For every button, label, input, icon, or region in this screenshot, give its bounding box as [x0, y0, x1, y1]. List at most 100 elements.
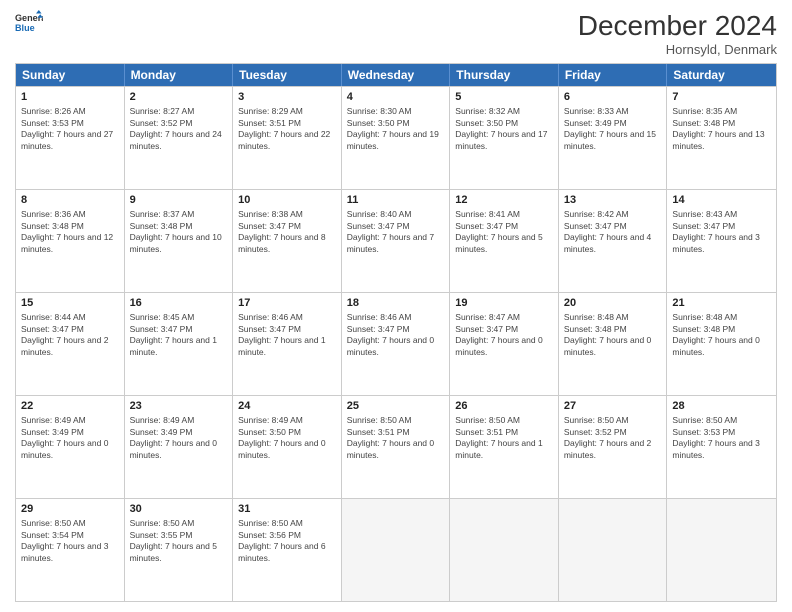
cell-text: Sunrise: 8:33 AM Sunset: 3:49 PM Dayligh… [564, 106, 662, 152]
day-number: 4 [347, 90, 445, 105]
day-number: 6 [564, 90, 662, 105]
table-row: 11Sunrise: 8:40 AM Sunset: 3:47 PM Dayli… [342, 190, 451, 292]
day-number: 21 [672, 296, 771, 311]
day-number: 23 [130, 399, 228, 414]
cell-text: Sunrise: 8:50 AM Sunset: 3:51 PM Dayligh… [455, 415, 553, 461]
table-row: 19Sunrise: 8:47 AM Sunset: 3:47 PM Dayli… [450, 293, 559, 395]
cell-text: Sunrise: 8:40 AM Sunset: 3:47 PM Dayligh… [347, 209, 445, 255]
table-row: 5Sunrise: 8:32 AM Sunset: 3:50 PM Daylig… [450, 87, 559, 189]
cell-text: Sunrise: 8:46 AM Sunset: 3:47 PM Dayligh… [238, 312, 336, 358]
table-row: 2Sunrise: 8:27 AM Sunset: 3:52 PM Daylig… [125, 87, 234, 189]
day-number: 12 [455, 193, 553, 208]
day-number: 28 [672, 399, 771, 414]
day-number: 26 [455, 399, 553, 414]
table-row: 16Sunrise: 8:45 AM Sunset: 3:47 PM Dayli… [125, 293, 234, 395]
day-number: 2 [130, 90, 228, 105]
table-row [667, 499, 776, 601]
day-number: 5 [455, 90, 553, 105]
day-number: 18 [347, 296, 445, 311]
cell-text: Sunrise: 8:35 AM Sunset: 3:48 PM Dayligh… [672, 106, 771, 152]
day-number: 13 [564, 193, 662, 208]
day-number: 20 [564, 296, 662, 311]
day-number: 15 [21, 296, 119, 311]
cell-text: Sunrise: 8:38 AM Sunset: 3:47 PM Dayligh… [238, 209, 336, 255]
day-number: 31 [238, 502, 336, 517]
day-number: 19 [455, 296, 553, 311]
table-row: 24Sunrise: 8:49 AM Sunset: 3:50 PM Dayli… [233, 396, 342, 498]
cell-text: Sunrise: 8:50 AM Sunset: 3:54 PM Dayligh… [21, 518, 119, 564]
header-sunday: Sunday [16, 64, 125, 86]
cell-text: Sunrise: 8:36 AM Sunset: 3:48 PM Dayligh… [21, 209, 119, 255]
table-row: 27Sunrise: 8:50 AM Sunset: 3:52 PM Dayli… [559, 396, 668, 498]
day-number: 8 [21, 193, 119, 208]
location-subtitle: Hornsyld, Denmark [578, 42, 777, 57]
month-title: December 2024 [578, 10, 777, 42]
day-number: 11 [347, 193, 445, 208]
logo-icon: General Blue [15, 10, 43, 38]
day-number: 27 [564, 399, 662, 414]
day-number: 10 [238, 193, 336, 208]
calendar: Sunday Monday Tuesday Wednesday Thursday… [15, 63, 777, 602]
page: General Blue General Blue December 2024 … [0, 0, 792, 612]
table-row: 26Sunrise: 8:50 AM Sunset: 3:51 PM Dayli… [450, 396, 559, 498]
table-row: 25Sunrise: 8:50 AM Sunset: 3:51 PM Dayli… [342, 396, 451, 498]
day-number: 9 [130, 193, 228, 208]
calendar-body: 1Sunrise: 8:26 AM Sunset: 3:53 PM Daylig… [16, 86, 776, 601]
cell-text: Sunrise: 8:50 AM Sunset: 3:56 PM Dayligh… [238, 518, 336, 564]
cell-text: Sunrise: 8:49 AM Sunset: 3:49 PM Dayligh… [130, 415, 228, 461]
table-row [559, 499, 668, 601]
cell-text: Sunrise: 8:44 AM Sunset: 3:47 PM Dayligh… [21, 312, 119, 358]
table-row: 6Sunrise: 8:33 AM Sunset: 3:49 PM Daylig… [559, 87, 668, 189]
day-number: 14 [672, 193, 771, 208]
day-number: 30 [130, 502, 228, 517]
week-row-5: 29Sunrise: 8:50 AM Sunset: 3:54 PM Dayli… [16, 498, 776, 601]
cell-text: Sunrise: 8:29 AM Sunset: 3:51 PM Dayligh… [238, 106, 336, 152]
cell-text: Sunrise: 8:50 AM Sunset: 3:52 PM Dayligh… [564, 415, 662, 461]
table-row: 1Sunrise: 8:26 AM Sunset: 3:53 PM Daylig… [16, 87, 125, 189]
cell-text: Sunrise: 8:45 AM Sunset: 3:47 PM Dayligh… [130, 312, 228, 358]
week-row-1: 1Sunrise: 8:26 AM Sunset: 3:53 PM Daylig… [16, 86, 776, 189]
table-row [342, 499, 451, 601]
cell-text: Sunrise: 8:46 AM Sunset: 3:47 PM Dayligh… [347, 312, 445, 358]
svg-text:Blue: Blue [15, 23, 35, 33]
logo: General Blue General Blue [15, 10, 43, 38]
table-row: 14Sunrise: 8:43 AM Sunset: 3:47 PM Dayli… [667, 190, 776, 292]
calendar-header: Sunday Monday Tuesday Wednesday Thursday… [16, 64, 776, 86]
cell-text: Sunrise: 8:49 AM Sunset: 3:49 PM Dayligh… [21, 415, 119, 461]
day-number: 22 [21, 399, 119, 414]
week-row-4: 22Sunrise: 8:49 AM Sunset: 3:49 PM Dayli… [16, 395, 776, 498]
cell-text: Sunrise: 8:47 AM Sunset: 3:47 PM Dayligh… [455, 312, 553, 358]
table-row: 8Sunrise: 8:36 AM Sunset: 3:48 PM Daylig… [16, 190, 125, 292]
cell-text: Sunrise: 8:30 AM Sunset: 3:50 PM Dayligh… [347, 106, 445, 152]
day-number: 17 [238, 296, 336, 311]
svg-text:General: General [15, 13, 43, 23]
table-row: 21Sunrise: 8:48 AM Sunset: 3:48 PM Dayli… [667, 293, 776, 395]
table-row: 22Sunrise: 8:49 AM Sunset: 3:49 PM Dayli… [16, 396, 125, 498]
cell-text: Sunrise: 8:49 AM Sunset: 3:50 PM Dayligh… [238, 415, 336, 461]
day-number: 24 [238, 399, 336, 414]
cell-text: Sunrise: 8:50 AM Sunset: 3:51 PM Dayligh… [347, 415, 445, 461]
cell-text: Sunrise: 8:27 AM Sunset: 3:52 PM Dayligh… [130, 106, 228, 152]
table-row: 23Sunrise: 8:49 AM Sunset: 3:49 PM Dayli… [125, 396, 234, 498]
cell-text: Sunrise: 8:48 AM Sunset: 3:48 PM Dayligh… [672, 312, 771, 358]
header-thursday: Thursday [450, 64, 559, 86]
header-wednesday: Wednesday [342, 64, 451, 86]
table-row: 28Sunrise: 8:50 AM Sunset: 3:53 PM Dayli… [667, 396, 776, 498]
table-row [450, 499, 559, 601]
table-row: 30Sunrise: 8:50 AM Sunset: 3:55 PM Dayli… [125, 499, 234, 601]
header-tuesday: Tuesday [233, 64, 342, 86]
table-row: 9Sunrise: 8:37 AM Sunset: 3:48 PM Daylig… [125, 190, 234, 292]
cell-text: Sunrise: 8:50 AM Sunset: 3:53 PM Dayligh… [672, 415, 771, 461]
cell-text: Sunrise: 8:48 AM Sunset: 3:48 PM Dayligh… [564, 312, 662, 358]
table-row: 20Sunrise: 8:48 AM Sunset: 3:48 PM Dayli… [559, 293, 668, 395]
header: General Blue General Blue December 2024 … [15, 10, 777, 57]
cell-text: Sunrise: 8:41 AM Sunset: 3:47 PM Dayligh… [455, 209, 553, 255]
title-block: December 2024 Hornsyld, Denmark [578, 10, 777, 57]
table-row: 7Sunrise: 8:35 AM Sunset: 3:48 PM Daylig… [667, 87, 776, 189]
table-row: 17Sunrise: 8:46 AM Sunset: 3:47 PM Dayli… [233, 293, 342, 395]
table-row: 4Sunrise: 8:30 AM Sunset: 3:50 PM Daylig… [342, 87, 451, 189]
table-row: 13Sunrise: 8:42 AM Sunset: 3:47 PM Dayli… [559, 190, 668, 292]
week-row-2: 8Sunrise: 8:36 AM Sunset: 3:48 PM Daylig… [16, 189, 776, 292]
day-number: 3 [238, 90, 336, 105]
table-row: 12Sunrise: 8:41 AM Sunset: 3:47 PM Dayli… [450, 190, 559, 292]
